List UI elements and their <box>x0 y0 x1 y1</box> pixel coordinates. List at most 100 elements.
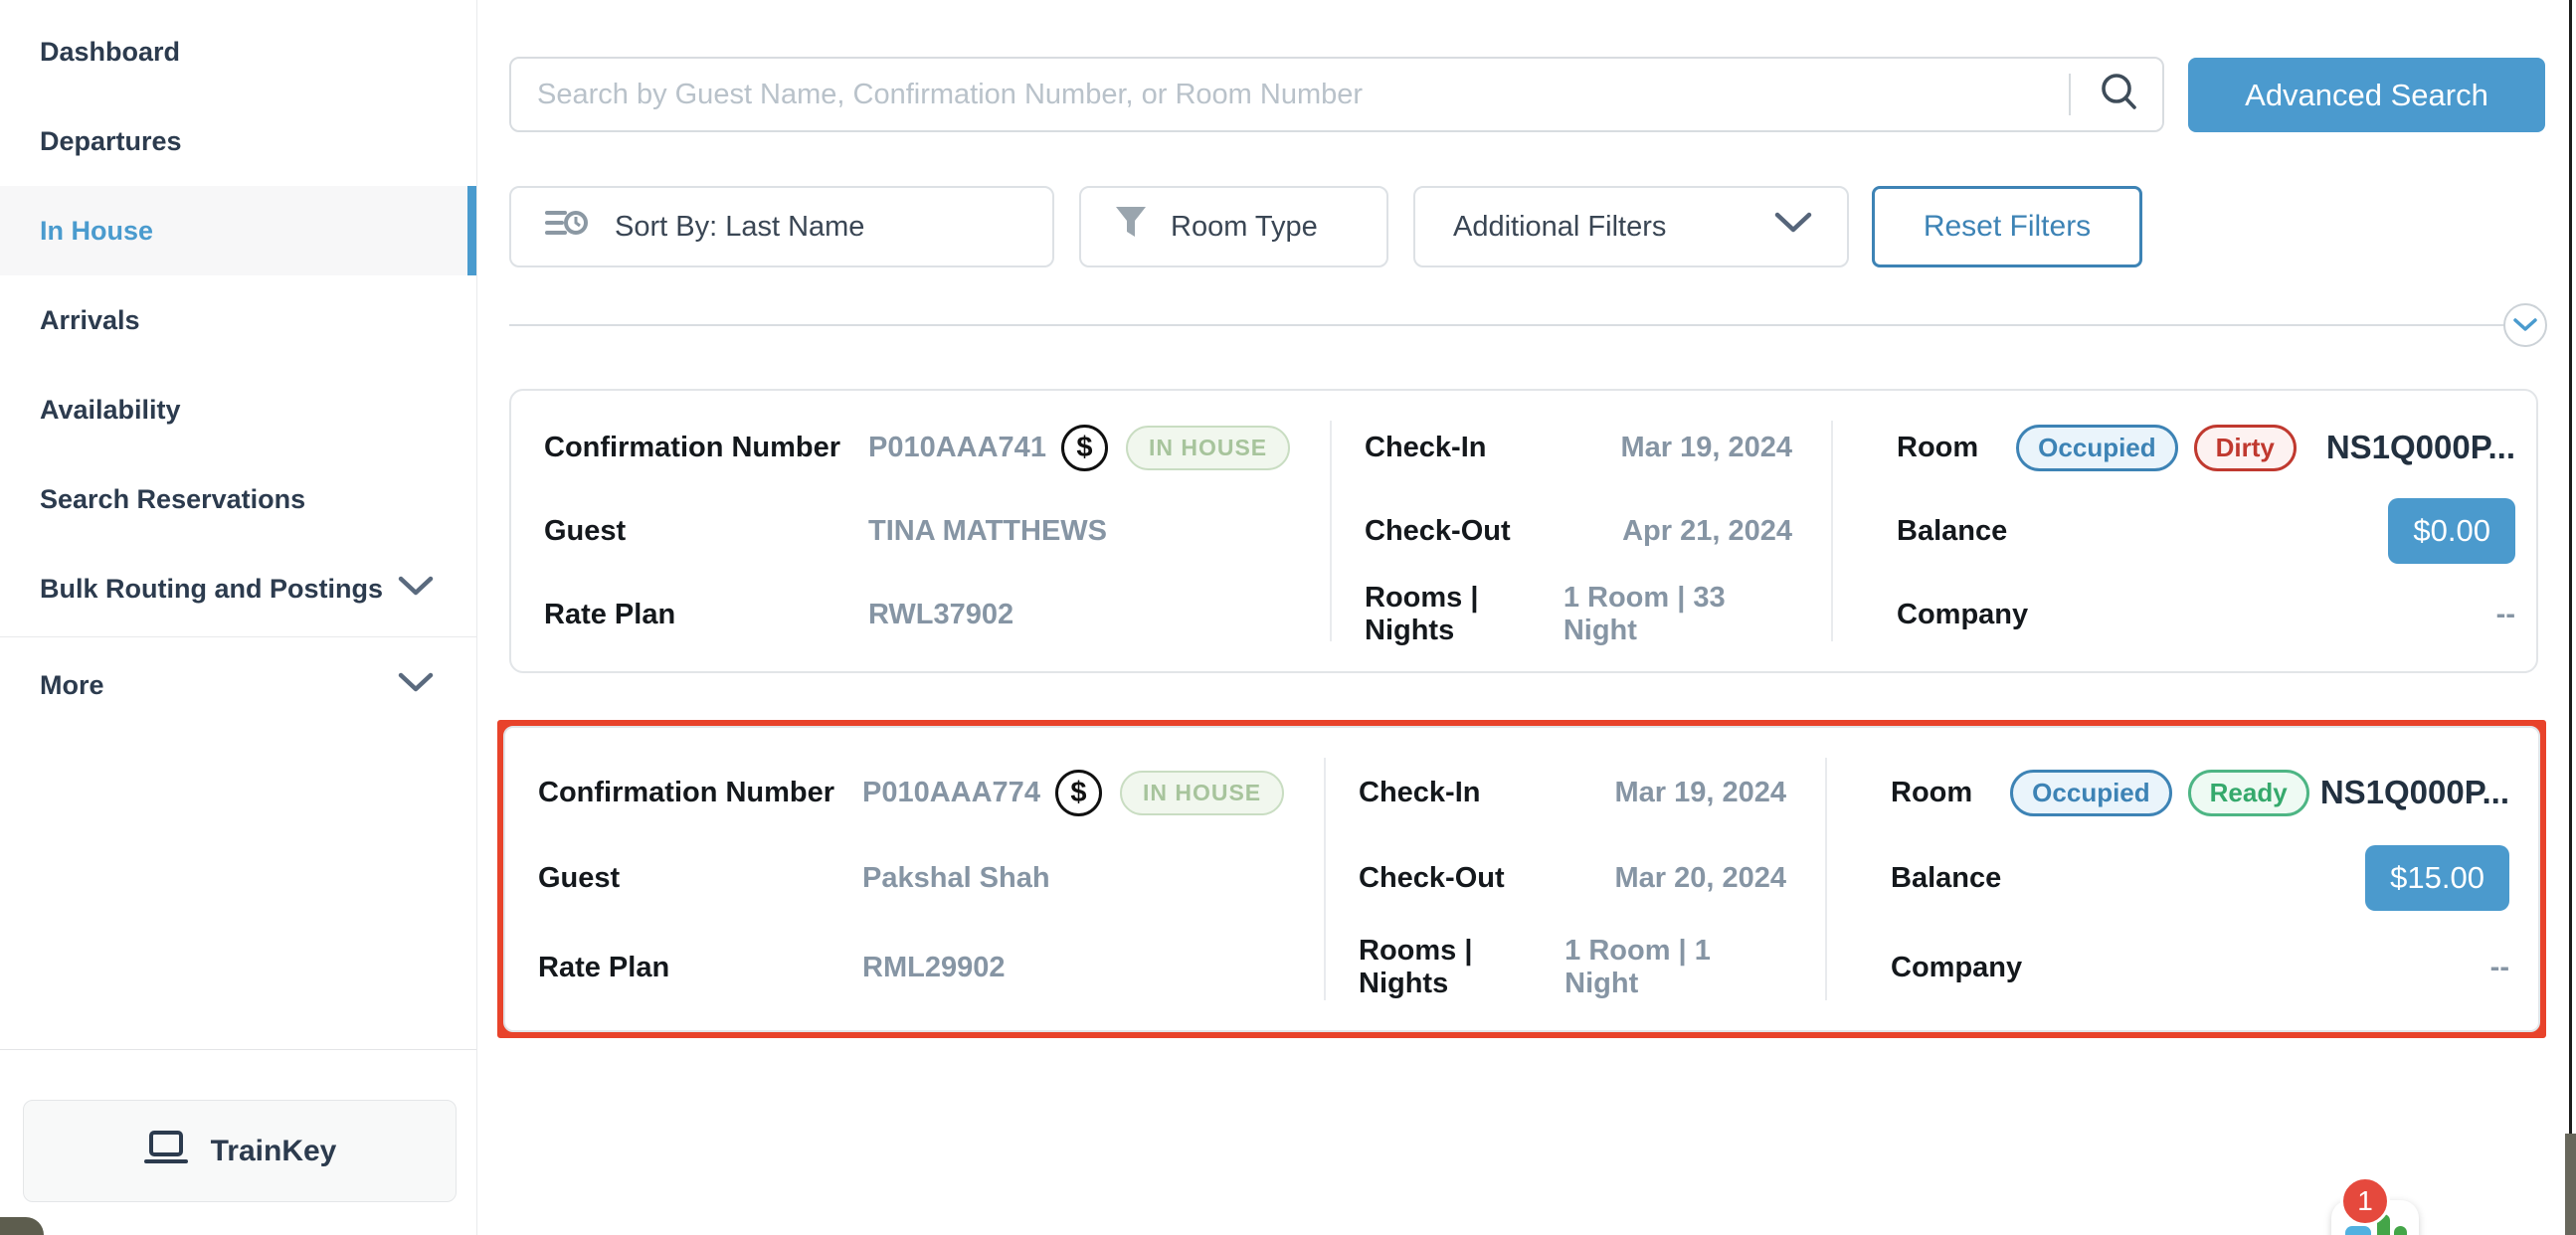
check-out-label: Check-Out <box>1365 515 1511 548</box>
section-divider <box>509 324 2504 326</box>
search-icon[interactable] <box>2097 70 2142 120</box>
rooms-nights-value: 1 Room | 1 Night <box>1564 935 1786 1000</box>
balance-label: Balance <box>1897 515 2007 548</box>
rate-plan-value: RWL37902 <box>868 599 1013 631</box>
company-value: -- <box>2490 952 2509 984</box>
trainkey-button[interactable]: TrainKey <box>23 1100 457 1202</box>
slack-glyph-green <box>2394 1226 2407 1235</box>
search-input[interactable] <box>537 79 2059 111</box>
sidebar: Dashboard Departures In House Arrivals A… <box>0 0 477 1235</box>
desktop-corner-bottom-right <box>2565 1134 2576 1235</box>
advanced-search-button[interactable]: Advanced Search <box>2188 58 2545 132</box>
company-label: Company <box>1897 599 2028 631</box>
confirmation-number-label: Confirmation Number <box>538 777 862 809</box>
app-root: Dashboard Departures In House Arrivals A… <box>0 0 2576 1235</box>
additional-filters-dropdown[interactable]: Additional Filters <box>1413 186 1849 267</box>
sort-by-label: Sort By: Last Name <box>615 211 864 244</box>
rooms-nights-label: Rooms | Nights <box>1359 935 1564 1000</box>
room-label: Room <box>1891 777 1972 809</box>
additional-filters-label: Additional Filters <box>1453 211 1666 244</box>
folio-dollar-icon[interactable]: $ <box>1055 770 1102 816</box>
rate-plan-value: RML29902 <box>862 952 1005 984</box>
sidebar-footer: TrainKey <box>0 1049 476 1235</box>
sidebar-item-label: Bulk Routing and Postings <box>40 574 383 605</box>
card-divider <box>1831 421 1833 641</box>
laptop-icon <box>143 1130 189 1173</box>
guest-value: Pakshal Shah <box>862 862 1050 895</box>
balance-button[interactable]: $0.00 <box>2388 498 2515 564</box>
search-divider <box>2069 74 2071 115</box>
notification-badge: 1 <box>2340 1176 2390 1226</box>
check-in-label: Check-In <box>1359 777 1480 809</box>
sidebar-nav: Dashboard Departures In House Arrivals A… <box>0 7 476 730</box>
sidebar-divider <box>0 636 476 637</box>
folio-dollar-icon[interactable]: $ <box>1061 425 1108 471</box>
sidebar-item-arrivals[interactable]: Arrivals <box>0 275 476 365</box>
sidebar-item-search-reservations[interactable]: Search Reservations <box>0 454 476 544</box>
sort-by-dropdown[interactable]: Sort By: Last Name <box>509 186 1054 267</box>
rooms-nights-value: 1 Room | 33 Night <box>1564 582 1792 647</box>
check-out-value: Apr 21, 2024 <box>1622 515 1792 548</box>
sidebar-item-label: Availability <box>40 395 181 426</box>
room-label: Room <box>1897 432 1978 464</box>
guest-value: TINA MATTHEWS <box>868 515 1107 548</box>
sidebar-item-in-house[interactable]: In House <box>0 186 476 275</box>
reset-filters-button[interactable]: Reset Filters <box>1872 186 2142 267</box>
check-in-label: Check-In <box>1365 432 1486 464</box>
card-divider <box>1825 758 1827 1000</box>
check-in-value: Mar 19, 2024 <box>1620 432 1792 464</box>
room-number: NS1Q000P... <box>2320 774 2509 811</box>
room-status-pill-occupied: Occupied <box>2016 425 2177 471</box>
check-in-value: Mar 19, 2024 <box>1614 777 1786 809</box>
sidebar-item-label: Search Reservations <box>40 484 305 515</box>
search-input-wrapper <box>509 57 2164 132</box>
sidebar-item-label: More <box>40 670 104 701</box>
sidebar-item-label: Departures <box>40 126 182 157</box>
reservation-card[interactable]: Confirmation Number P010AAA741 $ IN HOUS… <box>509 389 2538 673</box>
status-badge: IN HOUSE <box>1126 426 1290 470</box>
room-status-pill-occupied: Occupied <box>2010 770 2171 816</box>
check-out-label: Check-Out <box>1359 862 1505 895</box>
sidebar-item-label: In House <box>40 216 153 247</box>
room-number: NS1Q000P... <box>2326 429 2515 466</box>
collapse-toggle[interactable] <box>2503 303 2547 347</box>
guest-label: Guest <box>538 862 862 895</box>
sidebar-item-dashboard[interactable]: Dashboard <box>0 7 476 96</box>
confirmation-number-value: P010AAA741 <box>868 432 1046 464</box>
company-value: -- <box>2496 599 2515 631</box>
room-type-filter[interactable]: Room Type <box>1079 186 1388 267</box>
rate-plan-label: Rate Plan <box>544 599 868 631</box>
balance-label: Balance <box>1891 862 2001 895</box>
rate-plan-label: Rate Plan <box>538 952 862 984</box>
chevron-down-icon <box>397 574 435 605</box>
room-status-pill-dirty: Dirty <box>2194 425 2297 471</box>
sidebar-item-bulk-routing[interactable]: Bulk Routing and Postings <box>0 544 476 633</box>
reservation-card[interactable]: Confirmation Number P010AAA774 $ IN HOUS… <box>503 726 2540 1032</box>
guest-label: Guest <box>544 515 868 548</box>
confirmation-number-value: P010AAA774 <box>862 777 1040 809</box>
card-divider <box>1330 421 1332 641</box>
sidebar-item-departures[interactable]: Departures <box>0 96 476 186</box>
sort-icon <box>545 203 589 251</box>
filter-funnel-icon <box>1113 204 1149 250</box>
room-type-label: Room Type <box>1171 211 1318 244</box>
chevron-down-icon <box>397 670 435 701</box>
main-content: Advanced Search Sort By: Last Name Room … <box>478 0 2568 1235</box>
rooms-nights-label: Rooms | Nights <box>1365 582 1564 647</box>
check-out-value: Mar 20, 2024 <box>1614 862 1786 895</box>
room-status-pill-ready: Ready <box>2188 770 2309 816</box>
card-divider <box>1324 758 1326 1000</box>
sidebar-item-availability[interactable]: Availability <box>0 365 476 454</box>
highlighted-reservation-outline: Confirmation Number P010AAA774 $ IN HOUS… <box>497 720 2546 1038</box>
adjacent-window-sliver <box>2569 0 2576 1134</box>
sidebar-item-label: Arrivals <box>40 305 140 336</box>
trainkey-label: TrainKey <box>211 1135 337 1168</box>
sidebar-item-more[interactable]: More <box>0 640 476 730</box>
balance-button[interactable]: $15.00 <box>2365 845 2509 911</box>
confirmation-number-label: Confirmation Number <box>544 432 868 464</box>
chevron-down-icon <box>1773 210 1813 244</box>
company-label: Company <box>1891 952 2022 984</box>
sidebar-item-label: Dashboard <box>40 37 180 68</box>
slack-glyph-blue <box>2345 1226 2371 1235</box>
status-badge: IN HOUSE <box>1120 771 1284 815</box>
